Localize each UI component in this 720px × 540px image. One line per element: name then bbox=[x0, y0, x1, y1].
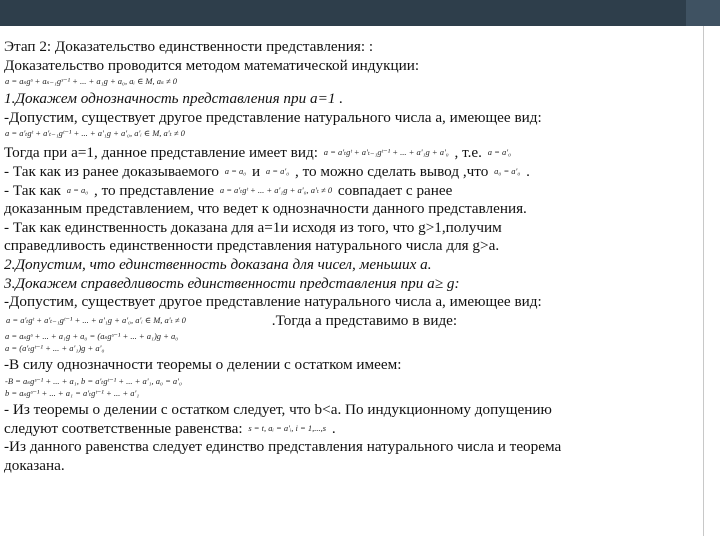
formula-quotients: -B = aₛgˢ⁻¹ + ... + a₁, b = a'ₜgᵗ⁻¹ + ..… bbox=[5, 375, 182, 386]
formula-inline-8: a = a'ₜgᵗ + a'ₜ₋₁gᵗ⁻¹ + ... + a'₁g + a'₀… bbox=[6, 314, 186, 325]
assume-text: -Допустим, существует другое представлен… bbox=[4, 108, 542, 126]
method-text: Доказательство проводится методом матема… bbox=[4, 56, 420, 74]
formula-inline-4: a = a'₀ bbox=[265, 165, 290, 176]
then-line-2: a = a'ₜgᵗ + a'ₜ₋₁gᵗ⁻¹ + ... + a'₁g + a'₀… bbox=[4, 312, 694, 331]
formula-b-equality: b = aₛgˢ⁻¹ + ... + a₁ = a'ₜgᵗ⁻¹ + ... + … bbox=[5, 387, 140, 398]
division-text: -В силу однозначности теоремы о делении … bbox=[4, 356, 402, 374]
slide-content: Этап 2: Доказательство единственности пр… bbox=[4, 38, 694, 475]
representation-text: , то представление bbox=[94, 181, 215, 199]
formula-inline-5: a₀ = a'₀ bbox=[494, 165, 521, 176]
representable-text: .Тогда a представимо в виде: bbox=[271, 311, 458, 329]
formula-inline-9: s = t, aᵢ = a'ᵢ, i = 1,...,s bbox=[248, 422, 327, 433]
uniqueness-text-1: - Так как единственность доказана для a=… bbox=[4, 218, 502, 236]
equalities-text: следуют соответственные равенства: bbox=[4, 419, 243, 437]
since-line-1: - Так как из ранее доказываемого a = a₀ … bbox=[4, 163, 694, 182]
conclusion-text: , то можно сделать вывод ,что bbox=[294, 162, 489, 180]
stage-title: Этап 2: Доказательство единственности пр… bbox=[4, 38, 374, 55]
formula-inline-7: a = a'ₜgᵗ + ... + a'₁g + a'₀, a'ₜ ≠ 0 bbox=[219, 184, 333, 195]
ie-text: , т.е. bbox=[454, 144, 482, 162]
slide-frame-line bbox=[703, 26, 716, 536]
coincides-text: совпадает с ранее bbox=[337, 181, 453, 199]
since-line-2: - Так как a = a₀ , то представление a = … bbox=[4, 182, 694, 201]
slide-header-bar bbox=[0, 0, 720, 26]
period-1: . bbox=[526, 162, 530, 180]
formula-representation: a = aₛgˢ + aₛ₋₁gˢ⁻¹ + ... + a₁g + a₀, aᵢ… bbox=[5, 76, 178, 87]
assume-text-2: -Допустим, существует другое представлен… bbox=[4, 293, 542, 311]
formula-inline-3: a = a₀ bbox=[224, 165, 247, 176]
formula-inline-1: a = a'ₜgᵗ + a'ₜ₋₁gᵗ⁻¹ + ... + a'₁g + a'₀ bbox=[323, 147, 449, 158]
final-text-1: -Из данного равенства следует единство п… bbox=[4, 438, 562, 456]
formula-inline-6: a = a₀ bbox=[66, 184, 89, 195]
since-text-1: - Так как из ранее доказываемого bbox=[4, 162, 219, 180]
final-text-2: доказана. bbox=[4, 456, 65, 474]
then-line: Тогда при a=1, данное представление имее… bbox=[4, 144, 694, 163]
header-accent bbox=[686, 0, 720, 26]
formula-grouped-1: a = aₛgˢ + ... + a₁g + a₀ = (aₛgˢ⁻¹ + ..… bbox=[5, 331, 179, 342]
period-2: . bbox=[331, 419, 336, 437]
formula-grouped-2: a = (a'ₜgᵗ⁻¹ + ... + a'₁)g + a'₀ bbox=[5, 343, 105, 354]
since-text-2: - Так как bbox=[4, 181, 61, 199]
equalities-line: следуют соответственные равенства: s = t… bbox=[4, 420, 694, 439]
step1-heading: 1.Докажем однозначность представления пр… bbox=[4, 90, 344, 108]
formula-alt-representation: a = a'ₜgᵗ + a'ₜ₋₁gᵗ⁻¹ + ... + a'₁g + a'₀… bbox=[5, 128, 185, 139]
then-text: Тогда при a=1, данное представление имее… bbox=[4, 144, 318, 162]
step3-heading: 3.Докажем справедливость единственности … bbox=[4, 274, 460, 292]
proven-text: доказанным представлением, что ведет к о… bbox=[4, 200, 527, 218]
induction-text: - Из теоремы о делении с остатком следуе… bbox=[4, 400, 552, 418]
formula-inline-2: a = a'₀ bbox=[487, 147, 512, 158]
uniqueness-text-2: справедливость единственности представле… bbox=[4, 237, 500, 255]
and-text: и bbox=[251, 162, 261, 180]
step2-heading: 2.Допустим, что единственность доказана … bbox=[4, 255, 432, 273]
